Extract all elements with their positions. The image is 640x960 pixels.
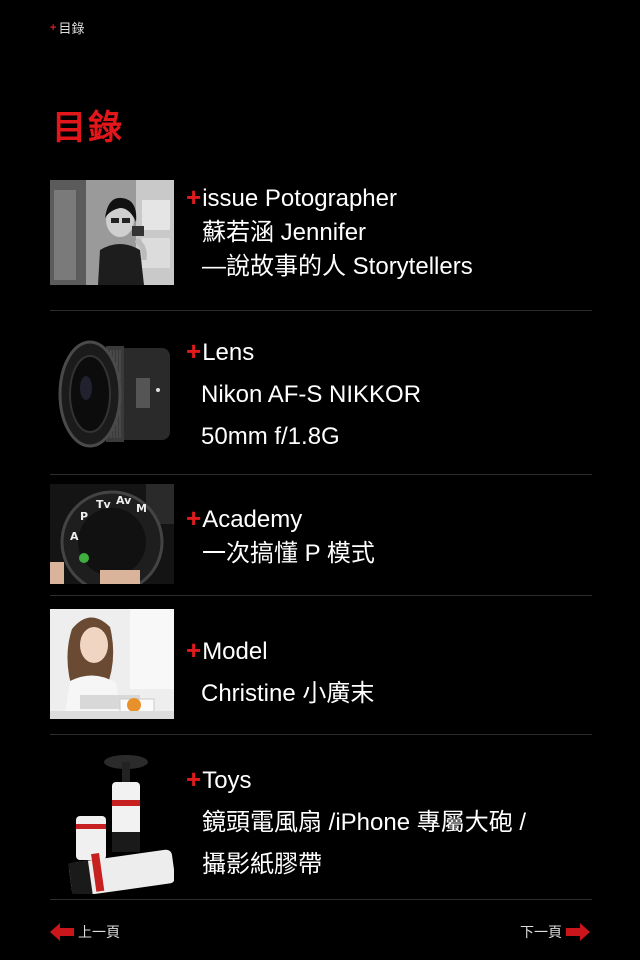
breadcrumb-plus-icon: + bbox=[50, 21, 57, 34]
plus-icon: + bbox=[186, 503, 202, 533]
entry-subtitle: Christine 小廣末 bbox=[201, 680, 375, 707]
plus-icon: + bbox=[186, 635, 202, 665]
entry-heading: +Model bbox=[186, 629, 374, 673]
next-page-label: 下一頁 bbox=[520, 924, 562, 940]
photographer-portrait-thumbnail bbox=[50, 180, 174, 285]
entry-subtitle: 一次搞懂 P 模式 bbox=[202, 540, 375, 567]
toc-entry-academy[interactable]: P Tv Av M A +Academy 一次搞懂 P 模式 bbox=[50, 474, 592, 596]
entry-heading-label: Toys bbox=[202, 767, 252, 794]
camera-lens-thumbnail bbox=[50, 330, 174, 458]
entry-subtitle: 50mm f/1.8G bbox=[201, 423, 340, 450]
entry-subtitle: 鏡頭電風扇 /iPhone 專屬大砲 / bbox=[202, 809, 527, 836]
mode-dial-thumbnail: P Tv Av M A bbox=[50, 484, 174, 584]
entry-heading: +Lens bbox=[186, 330, 421, 374]
previous-page-button[interactable]: 上一頁 bbox=[50, 922, 120, 942]
plus-icon: + bbox=[186, 182, 202, 212]
arrow-right-icon bbox=[566, 923, 590, 941]
entry-heading: +Toys bbox=[186, 758, 526, 802]
entry-heading-label: Model bbox=[202, 638, 268, 665]
plus-icon: + bbox=[186, 764, 202, 794]
next-page-button[interactable]: 下一頁 bbox=[520, 922, 590, 942]
entry-heading-label: issue Potographer bbox=[202, 185, 397, 212]
entry-subtitle: 攝影紙膠帶 bbox=[202, 851, 322, 878]
svg-text:M: M bbox=[136, 502, 147, 515]
arrow-left-icon bbox=[50, 923, 74, 941]
lens-toys-thumbnail bbox=[50, 752, 174, 894]
breadcrumb[interactable]: + 目錄 bbox=[50, 18, 84, 37]
toc-entry-photographer[interactable]: +issue Potographer 蘇若涵 Jennifer —說故事的人 S… bbox=[50, 180, 592, 311]
svg-text:A: A bbox=[70, 530, 79, 543]
toc-entry-lens[interactable]: +Lens Nikon AF-S NIKKOR 50mm f/1.8G bbox=[50, 310, 592, 475]
entry-heading: +Academy bbox=[186, 501, 375, 537]
entry-heading-label: Lens bbox=[202, 339, 255, 366]
previous-page-label: 上一頁 bbox=[78, 924, 120, 940]
page-title: 目錄 bbox=[52, 109, 124, 147]
entry-heading-label: Academy bbox=[202, 506, 303, 533]
entry-subtitle: 蘇若涵 Jennifer bbox=[202, 219, 367, 246]
svg-text:Av: Av bbox=[116, 494, 132, 507]
toc-entry-model[interactable]: +Model Christine 小廣末 bbox=[50, 595, 592, 735]
svg-text:Tv: Tv bbox=[96, 498, 112, 511]
svg-text:P: P bbox=[80, 510, 88, 523]
breadcrumb-label: 目錄 bbox=[58, 21, 85, 36]
toc-entry-toys[interactable]: +Toys 鏡頭電風扇 /iPhone 專屬大砲 / 攝影紙膠帶 bbox=[50, 734, 592, 900]
entry-heading: +issue Potographer bbox=[186, 180, 473, 216]
plus-icon: + bbox=[186, 336, 202, 366]
model-portrait-thumbnail bbox=[50, 609, 174, 719]
entry-subtitle: —說故事的人 Storytellers bbox=[202, 253, 473, 280]
entry-subtitle: Nikon AF-S NIKKOR bbox=[201, 381, 422, 408]
